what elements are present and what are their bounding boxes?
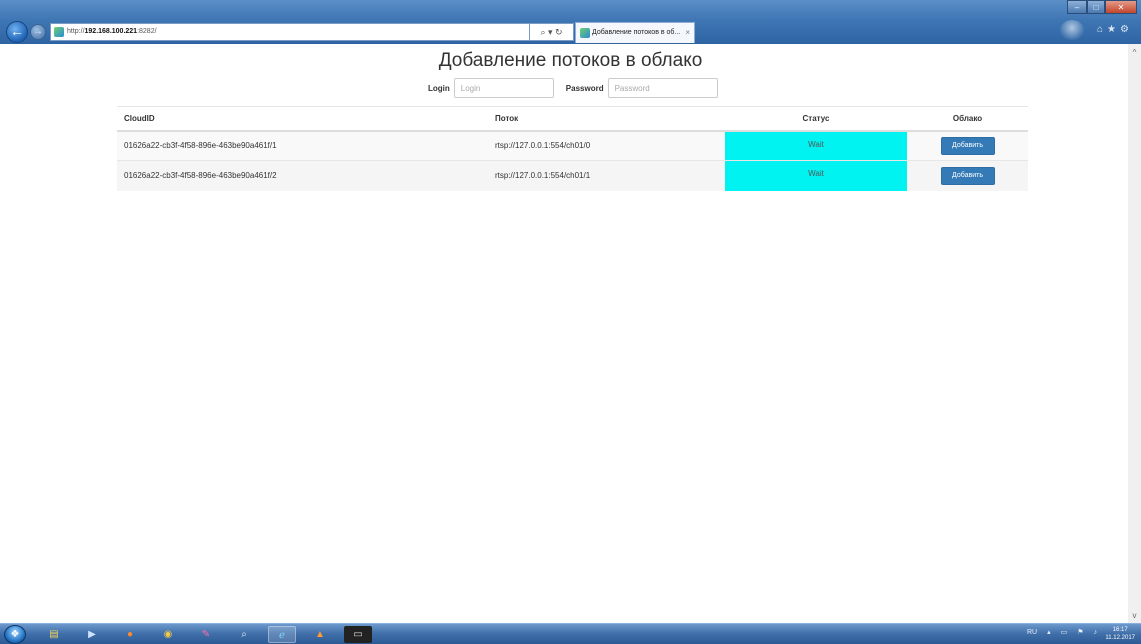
password-label: Password [565, 83, 604, 93]
flag-icon[interactable]: ⚑ [1077, 628, 1083, 636]
chrome-icon[interactable]: ◉ [154, 626, 182, 643]
magnifier-icon[interactable]: ⌕ [230, 626, 258, 643]
cell-cloud-id: 01626a22-cb3f-4f58-896e-463be90a461f/2 [117, 160, 488, 191]
tab-active[interactable]: Добавление потоков в об... × [575, 22, 695, 43]
system-tray: RU ▴ ▭ ⚑ ♪ [1017, 628, 1098, 637]
back-arrow-icon[interactable]: ← [6, 21, 28, 43]
forward-arrow-icon[interactable]: → [30, 24, 46, 40]
cell-cloud-action: Добавить [907, 130, 1028, 161]
url-prefix: http:// [67, 28, 85, 35]
tray-expand-icon[interactable]: ▴ [1047, 628, 1051, 636]
internet-explorer-icon[interactable]: ℯ [268, 626, 296, 643]
explorer-folder-icon[interactable]: ▤ [40, 626, 68, 643]
vlc-icon[interactable]: ▲ [306, 626, 334, 643]
start-button[interactable]: ❖ [4, 625, 26, 644]
clock-date: 11.12.2017 [1105, 635, 1135, 641]
add-button[interactable]: Добавить [940, 136, 995, 155]
header-stream: Поток [488, 106, 725, 132]
user-orb-icon [1060, 20, 1084, 40]
firefox-icon[interactable]: ● [116, 626, 144, 643]
cell-cloud-id: 01626a22-cb3f-4f58-896e-463be90a461f/1 [117, 130, 488, 161]
minimize-button[interactable]: – [1067, 0, 1087, 14]
clock-time: 16:17 [1112, 627, 1128, 633]
table-header-row: CloudID Поток Статус Облако [117, 106, 1028, 132]
address-bar[interactable]: http://192.168.100.221:8282/ [50, 23, 530, 41]
scroll-up-icon[interactable]: ^ [1128, 46, 1141, 60]
url-suffix: :8282/ [137, 28, 157, 35]
maximize-button[interactable]: □ [1087, 0, 1105, 14]
cell-stream: rtsp://127.0.0.1:554/ch01/1 [488, 160, 725, 191]
streams-table: CloudID Поток Статус Облако 01626a22-cb3… [117, 106, 1028, 191]
password-input[interactable] [607, 78, 718, 98]
header-cloud: Облако [907, 106, 1028, 132]
search-refresh-icon[interactable]: ⌕ ▾ ↻ [530, 23, 574, 41]
browser-titlebar: ← → http://192.168.100.221:8282/ ⌕ ▾ ↻ Д… [0, 0, 1141, 44]
command-prompt-icon[interactable]: ▭ [344, 626, 372, 643]
url-host: 192.168.100.221 [84, 28, 138, 35]
login-label: Login [428, 83, 450, 93]
cell-stream: rtsp://127.0.0.1:554/ch01/0 [488, 130, 725, 161]
add-button[interactable]: Добавить [940, 166, 995, 185]
site-favicon-icon [54, 27, 64, 37]
tab-favicon-icon [580, 28, 590, 38]
taskbar-apps: ▤ ▶ ● ◉ ✎ ⌕ ℯ ▲ ▭ [40, 626, 382, 643]
window-controls: – □ ✕ [1067, 0, 1137, 14]
home-favorites-settings-icon[interactable]: ⌂★⚙ [1097, 24, 1133, 35]
media-player-icon[interactable]: ▶ [78, 626, 106, 643]
status-badge: Wait [725, 130, 907, 161]
page-title: Добавление потоков в облако [438, 50, 703, 71]
status-badge: Wait [725, 160, 907, 191]
header-cloud-id: CloudID [117, 106, 488, 132]
table-row: 01626a22-cb3f-4f58-896e-463be90a461f/1 r… [117, 130, 1028, 161]
network-icon[interactable]: ▭ [1061, 628, 1068, 636]
scroll-down-icon[interactable]: v [1128, 609, 1141, 623]
taskbar: ❖ ▤ ▶ ● ◉ ✎ ⌕ ℯ ▲ ▭ RU ▴ ▭ ⚑ ♪ 16:17 11.… [0, 623, 1141, 644]
paint-icon[interactable]: ✎ [192, 626, 220, 643]
volume-icon[interactable]: ♪ [1094, 629, 1098, 636]
language-indicator[interactable]: RU [1027, 629, 1037, 636]
cell-cloud-action: Добавить [907, 160, 1028, 191]
close-window-button[interactable]: ✕ [1105, 0, 1137, 14]
vertical-scrollbar[interactable]: ^ v [1128, 44, 1141, 623]
tab-title: Добавление потоков в об... [592, 29, 681, 36]
clock[interactable]: 16:17 11.12.2017 [1105, 626, 1135, 642]
credentials-row: Login Password [428, 78, 718, 98]
table-row: 01626a22-cb3f-4f58-896e-463be90a461f/2 r… [117, 160, 1028, 191]
tab-close-icon[interactable]: × [685, 23, 690, 43]
header-status: Статус [725, 106, 907, 132]
login-input[interactable] [453, 78, 554, 98]
windows-logo-icon: ❖ [10, 629, 20, 640]
